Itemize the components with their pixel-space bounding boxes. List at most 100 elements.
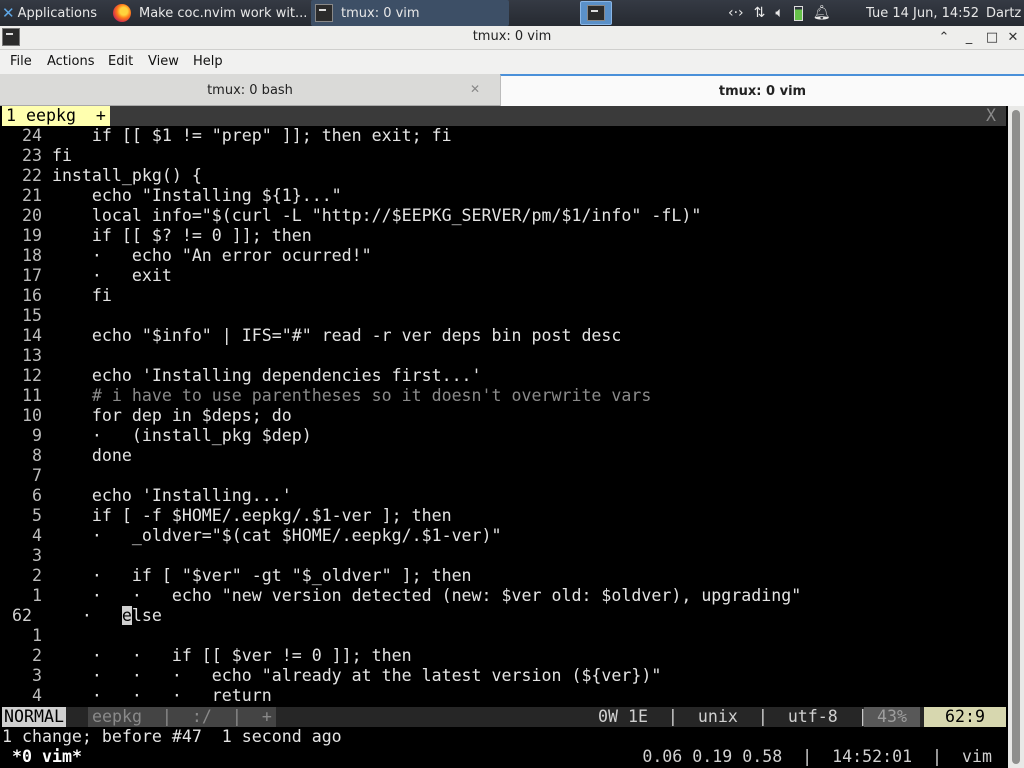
code-line[interactable]: 3 · · · echo "already at the latest vers… [2,666,661,686]
tab-tmux-vim[interactable]: tmux: 0 vim [500,74,1024,106]
line-number: 21 [2,186,52,205]
menu-actions[interactable]: Actions [47,54,95,69]
code-line[interactable]: 14 echo "$info" | IFS="#" read -r ver de… [2,326,621,346]
line-text: · exit [51,266,172,285]
battery-icon[interactable] [793,5,803,21]
code-line-current[interactable]: 62 · else [2,606,162,626]
menu-file[interactable]: File [10,54,32,69]
file-format-info: 0W 1E | unix | utf-8 | sh [598,707,908,726]
file-info: eepkg | :/ | + [88,707,276,727]
line-number: 11 [2,386,52,405]
line-number: 15 [2,306,52,325]
taskbar-item-firefox[interactable]: Make coc.nvim work wit... [109,0,311,26]
code-line[interactable]: 22 install_pkg() { [2,166,202,186]
line-number: 12 [2,366,52,385]
code-line[interactable]: 10 for dep in $deps; do [2,406,292,426]
network-arrows-icon[interactable]: ‹·› [728,5,744,21]
line-text: · echo "An error ocurred!" [51,246,372,265]
code-line[interactable]: 17 · exit [2,266,172,286]
menu-edit[interactable]: Edit [108,54,133,69]
line-number: 5 [2,506,52,525]
window-title: tmux: 0 vim [472,29,552,44]
close-icon[interactable]: ✕ [1004,29,1022,47]
line-number: 2 [2,566,52,585]
maximize-icon[interactable]: □ [983,29,1001,47]
window-titlebar[interactable]: tmux: 0 vim ⌃ _ □ ✕ [0,26,1024,50]
code-line[interactable]: 24 if [[ $1 != "prep" ]]; then exit; fi [2,126,452,146]
workspace-button[interactable] [580,1,612,25]
clock[interactable]: Tue 14 Jun, 14:52 [866,0,979,26]
updown-icon[interactable]: ⇅ [754,5,766,21]
code-line[interactable]: 19 if [[ $? != 0 ]]; then [2,226,312,246]
taskbar-item-label: tmux: 0 vim [341,5,420,21]
code-line[interactable]: 8 done [2,446,132,466]
menu-view[interactable]: View [148,54,179,69]
scrollbar[interactable] [1008,106,1024,768]
minimize-icon[interactable]: _ [960,29,978,47]
top-panel: ✕ Applications Make coc.nvim work wit...… [0,0,1024,26]
volume-icon[interactable]: 🔈︎ [775,5,783,21]
code-line[interactable]: 7 [2,466,52,486]
line-number: 24 [2,126,52,145]
buffer-tab[interactable]: 1 eepkg + [2,106,110,126]
line-text: if [[ $1 != "prep" ]]; then exit; fi [51,126,452,145]
line-number: 9 [2,426,52,445]
code-line[interactable]: 16 fi [2,286,112,306]
line-text: echo "Installing ${1}..." [51,186,342,205]
xfce-logo-icon: ✕ [2,4,15,22]
terminal-view[interactable]: 1 eepkg + X 24 if [[ $1 != "prep" ]]; th… [0,106,1024,768]
cursor-position: 62:9 [924,707,1006,727]
line-number: 1 [2,586,52,605]
taskbar-item-label: Make coc.nvim work wit... [139,5,308,21]
line-number: 17 [2,266,52,285]
line-text: done [51,446,132,465]
applications-label: Applications [17,5,97,21]
line-text: for dep in $deps; do [51,406,292,425]
line-text: · · if [[ $ver != 0 ]]; then [51,646,412,665]
code-line[interactable]: 12 echo 'Installing dependencies first..… [2,366,482,386]
line-number: 62 [2,606,42,625]
applications-menu[interactable]: ✕ Applications [0,0,108,26]
line-text: · _oldver="$(cat $HOME/.eepkg/.$1-ver)" [51,526,502,545]
line-text: local info="$(curl -L "http://$EEPKG_SER… [51,206,702,225]
tmux-statusbar: *0 vim* 0.06 0.19 0.58 | 14:52:01 | vim [2,747,1006,767]
line-number: 22 [2,166,52,185]
code-line[interactable]: 20 local info="$(curl -L "http://$EEPKG_… [2,206,701,226]
line-number: 18 [2,246,52,265]
close-tab-icon[interactable]: ✕ [466,80,484,98]
code-line[interactable]: 15 [2,306,52,326]
line-number: 14 [2,326,52,345]
code-line[interactable]: 18 · echo "An error ocurred!" [2,246,372,266]
code-line[interactable]: 2 · if [ "$ver" -gt "$_oldver" ]; then [2,566,472,586]
code-line[interactable]: 11 # i have to use parentheses so it doe… [2,386,651,406]
code-line[interactable]: 9 · (install_pkg $dep) [2,426,312,446]
code-line[interactable]: 21 echo "Installing ${1}..." [2,186,342,206]
tmux-window-label[interactable]: *0 vim* [12,747,82,767]
code-line[interactable]: 1 · · echo "new version detected (new: $… [2,586,801,606]
tab-tmux-bash[interactable]: tmux: 0 bash ✕ [0,74,500,106]
code-line[interactable]: 23 fi [2,146,72,166]
notifications-icon[interactable]: 🔔︎ [813,5,831,21]
buffer-close-button[interactable]: X [980,106,1002,126]
code-line[interactable]: 4 · _oldver="$(cat $HOME/.eepkg/.$1-ver)… [2,526,502,546]
user-menu[interactable]: Dartz [986,0,1021,26]
line-text: · · · echo "already at the latest versio… [51,666,662,685]
code-line[interactable]: 1 [2,626,52,646]
line-number: 8 [2,446,52,465]
shade-icon[interactable]: ⌃ [935,29,953,47]
code-line[interactable]: 5 if [ -f $HOME/.eepkg/.$1-ver ]; then [2,506,452,526]
menubar: File Actions Edit View Help [0,50,1024,74]
code-line[interactable]: 4 · · · return [2,686,272,706]
terminal-icon [587,5,605,21]
menu-help[interactable]: Help [193,54,223,69]
code-line[interactable]: 6 echo 'Installing...' [2,486,292,506]
code-line[interactable]: 2 · · if [[ $ver != 0 ]]; then [2,646,412,666]
code-line[interactable]: 13 [2,346,52,366]
line-number: 7 [2,466,52,485]
scrollbar-thumb[interactable] [1012,110,1020,764]
line-text: install_pkg() { [51,166,202,185]
line-number: 4 [2,686,52,705]
taskbar-item-terminal[interactable]: tmux: 0 vim [311,0,509,26]
line-number: 23 [2,146,52,165]
code-line[interactable]: 3 [2,546,52,566]
